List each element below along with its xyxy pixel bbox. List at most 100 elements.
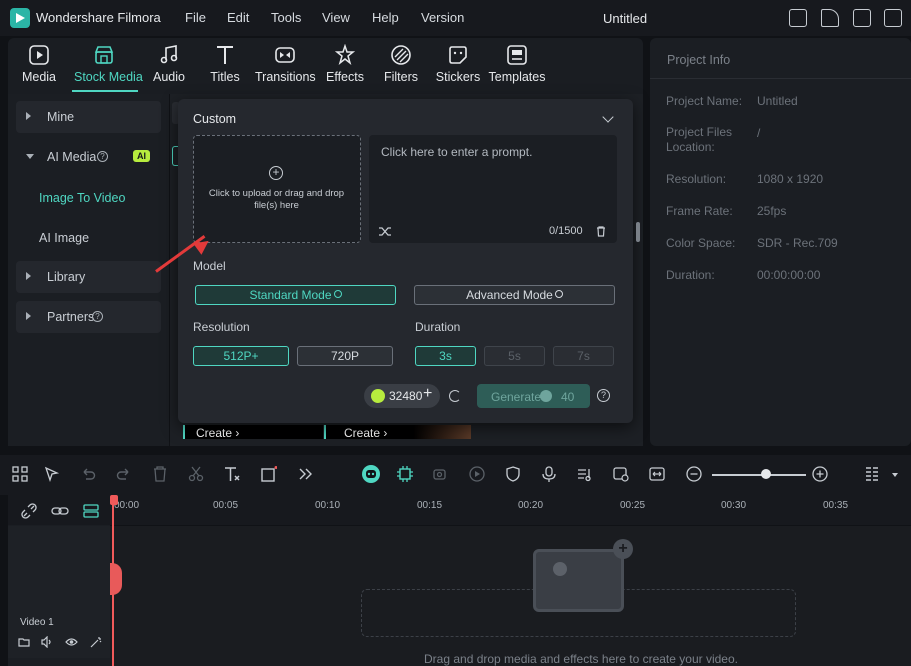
eye-icon[interactable]: [65, 636, 78, 648]
menu-tools[interactable]: Tools: [271, 10, 301, 25]
add-credits-icon[interactable]: +: [423, 385, 432, 403]
tab-audio[interactable]: Audio: [139, 44, 199, 84]
sidebar-item-library[interactable]: Library: [16, 261, 161, 293]
play-circle-icon[interactable]: [469, 466, 485, 482]
shield-icon[interactable]: [505, 466, 521, 482]
help-icon[interactable]: ?: [597, 389, 610, 402]
audio-list-icon[interactable]: [577, 466, 593, 482]
project-name-key: Project Name:: [666, 94, 743, 108]
menu-version[interactable]: Version: [421, 10, 464, 25]
collapse-arrow-icon: [26, 154, 34, 159]
zoom-slider[interactable]: [712, 474, 806, 476]
frame-rate-key: Frame Rate:: [666, 204, 733, 218]
stock-media-icon: [94, 46, 114, 64]
trash-icon[interactable]: [596, 226, 606, 237]
more-tools-icon[interactable]: [297, 466, 313, 482]
ruler-tick: 00:25: [620, 500, 646, 511]
minimize-icon[interactable]: [884, 9, 902, 27]
duration-5s-option[interactable]: 5s: [484, 346, 545, 366]
menu-help[interactable]: Help: [372, 10, 399, 25]
create-link[interactable]: Create ›: [196, 426, 239, 440]
text-icon: [217, 46, 233, 64]
fit-timeline-icon[interactable]: [649, 466, 665, 482]
ai-smart-cut-icon[interactable]: [397, 466, 413, 482]
help-icon[interactable]: ?: [92, 311, 103, 322]
tab-templates[interactable]: Templates: [487, 44, 547, 84]
zoom-slider-handle[interactable]: [761, 469, 771, 479]
tab-stickers-label: Stickers: [435, 70, 481, 84]
dropdown-arrow-icon[interactable]: [892, 473, 898, 477]
filmora-logo-icon: [10, 8, 30, 28]
expand-arrow-icon: [26, 312, 31, 320]
add-media-icon: +: [613, 539, 633, 559]
generate-label: Generate: [491, 390, 542, 404]
send-feedback-icon[interactable]: [821, 9, 839, 27]
snapshot-icon[interactable]: [613, 466, 629, 482]
scissors-icon[interactable]: [188, 466, 204, 482]
duration-7s-option[interactable]: 7s: [553, 346, 614, 366]
unlink-icon[interactable]: [21, 503, 37, 519]
magic-wand-icon[interactable]: [90, 636, 102, 648]
refresh-icon[interactable]: [449, 390, 461, 402]
tab-effects[interactable]: Effects: [315, 44, 375, 84]
tab-stock-media[interactable]: Stock Media: [74, 44, 143, 84]
timeline-settings-icon[interactable]: [864, 466, 880, 482]
folder-icon[interactable]: [18, 636, 30, 648]
undo-icon[interactable]: [80, 466, 96, 482]
menu-edit[interactable]: Edit: [227, 10, 249, 25]
redo-icon[interactable]: [116, 466, 132, 482]
text-tool-icon[interactable]: [224, 466, 240, 482]
resolution-value: 1080 x 1920: [757, 172, 824, 186]
help-icon[interactable]: ?: [97, 151, 108, 162]
frame-rate-value: 25fps: [757, 204, 787, 218]
advanced-mode-option[interactable]: Advanced Mode: [414, 285, 615, 305]
layout-icon[interactable]: [12, 466, 28, 482]
tab-filters[interactable]: Filters: [371, 44, 431, 84]
credit-coin-icon: [540, 390, 552, 402]
tab-stickers[interactable]: Stickers: [428, 44, 488, 84]
popup-title: Custom: [193, 112, 237, 126]
crop-icon[interactable]: [261, 466, 277, 482]
credit-balance: 32480: [389, 389, 423, 403]
ruler-tick: 00:30: [721, 500, 747, 511]
menu-file[interactable]: File: [185, 10, 206, 25]
upload-instructions: Click to upload or drag and drop file(s)…: [208, 188, 345, 211]
sidebar-item-ai-media[interactable]: AI Media ? AI: [16, 141, 161, 173]
image-placeholder-sun: [553, 562, 567, 576]
link-icon[interactable]: [51, 503, 69, 519]
volume-icon[interactable]: [41, 636, 53, 648]
tab-effects-label: Effects: [326, 70, 364, 84]
sidebar-item-label: AI Media: [47, 150, 97, 164]
project-info-title: Project Info: [667, 53, 731, 67]
track-manager-icon[interactable]: [83, 503, 99, 519]
prompt-placeholder: Click here to enter a prompt.: [381, 145, 533, 159]
duration-3s-option[interactable]: 3s: [415, 346, 476, 366]
sidebar-item-image-to-video[interactable]: Image To Video: [39, 191, 125, 205]
tab-media[interactable]: Media: [9, 44, 69, 84]
tab-titles[interactable]: Titles: [195, 44, 255, 84]
mail-icon[interactable]: [853, 9, 871, 27]
sidebar-item-mine[interactable]: Mine: [16, 101, 161, 133]
zoom-in-icon[interactable]: [812, 466, 828, 482]
sidebar-item-partners[interactable]: Partners ?: [16, 301, 161, 333]
menu-view[interactable]: View: [322, 10, 350, 25]
scrollbar-thumb[interactable]: [636, 222, 640, 242]
project-location-value: /: [757, 126, 761, 140]
zoom-out-icon[interactable]: [686, 466, 702, 482]
tab-transitions[interactable]: Transitions: [255, 44, 316, 84]
create-link[interactable]: Create ›: [344, 426, 387, 440]
select-cursor-icon[interactable]: [44, 466, 60, 482]
media-icon: [29, 45, 49, 65]
resolution-512p-option[interactable]: 512P+: [193, 346, 289, 366]
sidebar-item-ai-image[interactable]: AI Image: [39, 231, 89, 245]
gift-icon[interactable]: [789, 9, 807, 27]
resolution-720p-option[interactable]: 720P: [297, 346, 393, 366]
shuffle-icon[interactable]: [379, 226, 391, 237]
standard-mode-option[interactable]: Standard Mode: [195, 285, 396, 305]
playhead-handle[interactable]: [110, 563, 122, 595]
microphone-icon[interactable]: [541, 466, 557, 482]
playhead-marker[interactable]: [110, 495, 118, 505]
ai-mate-icon[interactable]: [361, 464, 381, 484]
delete-icon[interactable]: [152, 466, 168, 482]
video-effect-icon[interactable]: [433, 466, 449, 482]
